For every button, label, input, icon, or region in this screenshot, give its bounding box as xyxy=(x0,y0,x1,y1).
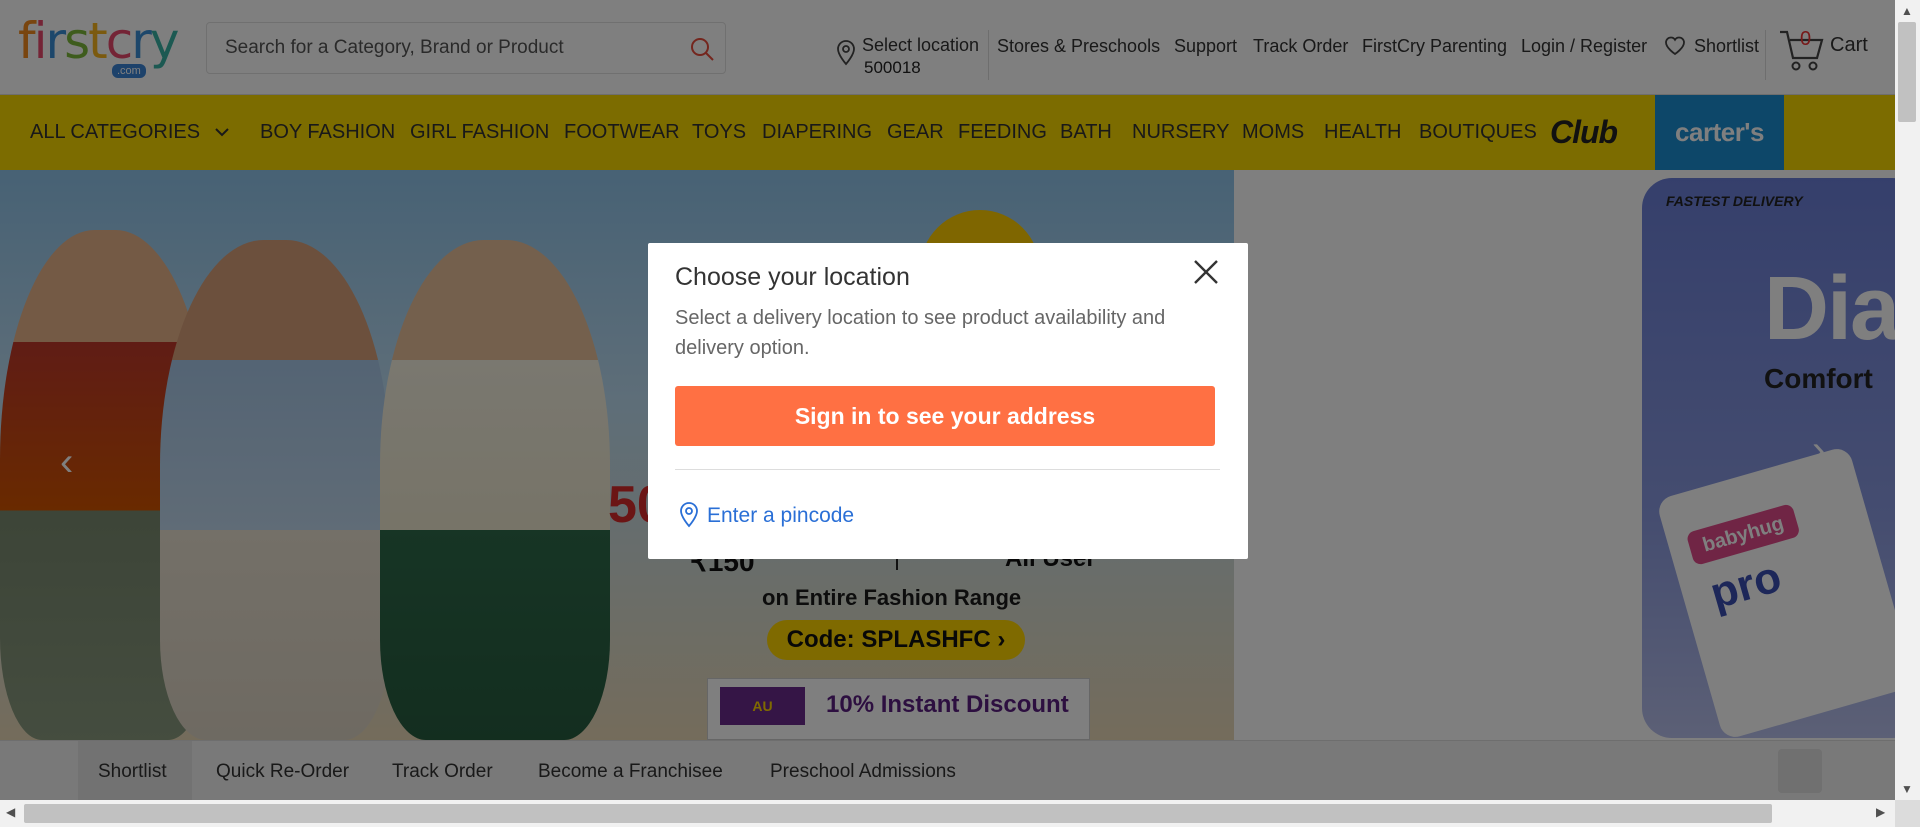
page: firstcry .com Select location 500018 Sto… xyxy=(0,0,1920,827)
sign-in-address-button[interactable]: Sign in to see your address xyxy=(675,386,1215,446)
location-modal: Choose your location Select a delivery l… xyxy=(648,243,1248,559)
close-icon[interactable] xyxy=(1191,257,1221,287)
modal-description: Select a delivery location to see produc… xyxy=(675,307,1166,359)
scroll-up-arrow-icon[interactable]: ▲ xyxy=(1901,4,1913,18)
scroll-down-arrow-icon[interactable]: ▼ xyxy=(1901,782,1913,796)
modal-divider xyxy=(675,469,1220,470)
scroll-left-arrow-icon[interactable]: ◀ xyxy=(6,805,15,819)
horizontal-scroll-thumb[interactable] xyxy=(24,804,1772,823)
vertical-scroll-thumb[interactable] xyxy=(1898,22,1916,122)
scroll-right-arrow-icon[interactable]: ▶ xyxy=(1876,805,1885,819)
modal-title: Choose your location xyxy=(675,263,910,291)
enter-pincode-link[interactable]: Enter a pincode xyxy=(707,504,854,528)
location-pin-icon[interactable] xyxy=(679,502,699,528)
scrollbar-corner xyxy=(1895,800,1920,827)
